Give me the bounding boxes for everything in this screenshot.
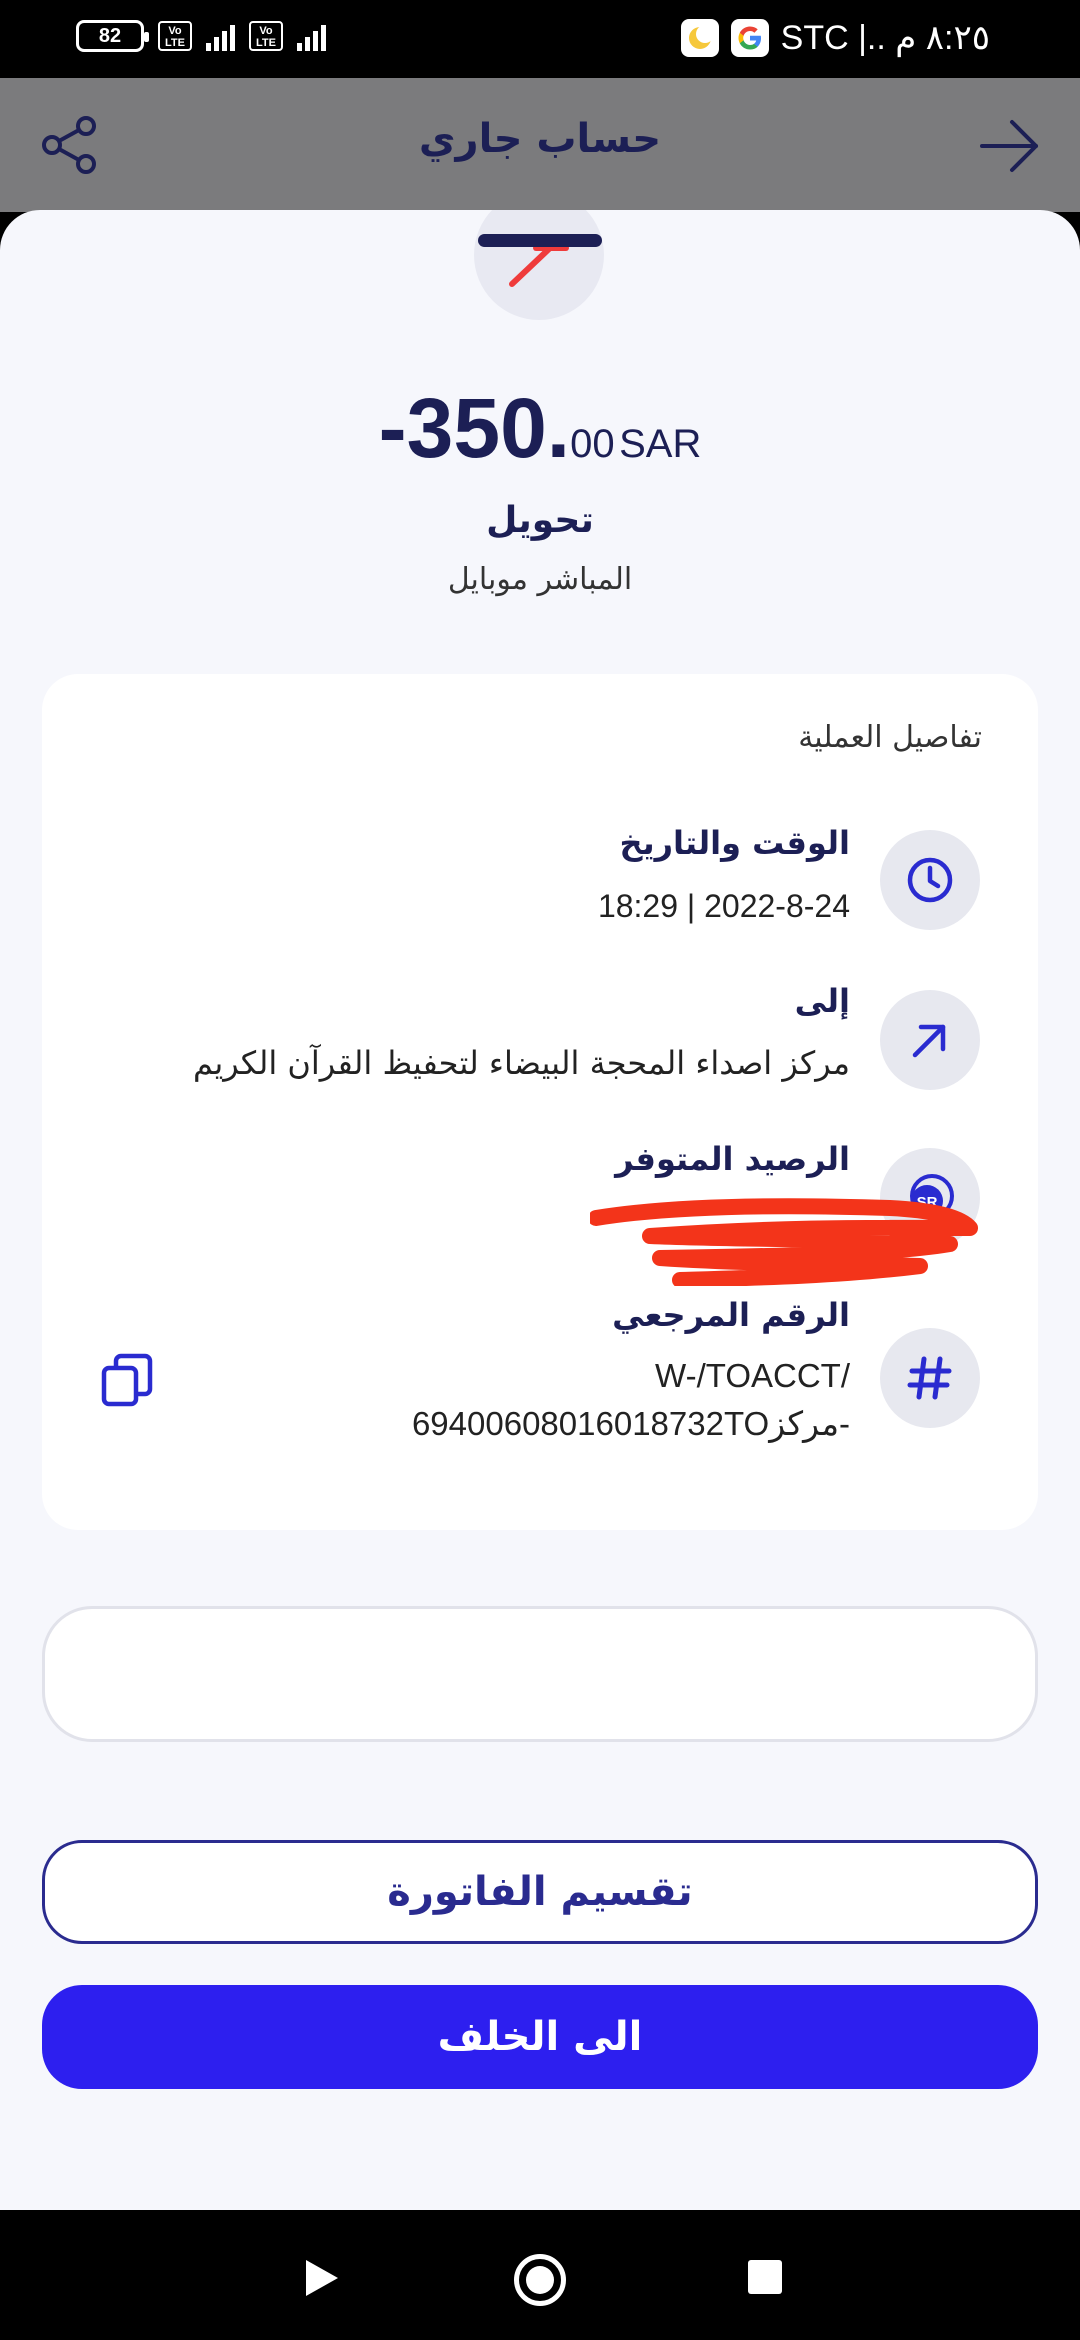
clock-icon (880, 830, 980, 930)
status-indicators: 82 Vo LTE Vo LTE (76, 20, 326, 52)
balance-label: الرصيد المتوفر (615, 1140, 850, 1178)
nav-back-icon[interactable] (304, 2258, 340, 2298)
redacted-balance (590, 1198, 978, 1286)
reference-line-1: W-/TOACCT/ (655, 1357, 850, 1394)
volte-icon: Vo LTE (158, 21, 192, 51)
datetime-label: الوقت والتاريخ (619, 824, 850, 862)
signal-icon (206, 21, 235, 51)
to-value: مركز اصداء المحجة البيضاء لتحفيظ القرآن … (193, 1044, 850, 1082)
nav-recents-icon[interactable] (748, 2260, 782, 2294)
arrow-right-icon[interactable] (978, 116, 1042, 176)
google-icon (730, 19, 769, 57)
transaction-channel: المباشر موبايل (447, 562, 633, 597)
note-input[interactable] (42, 1606, 1038, 1742)
copy-icon[interactable] (100, 1352, 156, 1408)
battery-indicator: 82 (76, 20, 149, 52)
system-nav-bar (0, 2210, 1080, 2340)
arrow-up-right-icon (880, 990, 980, 1090)
amount-decimals: 00 (570, 422, 615, 466)
to-label: إلى (794, 982, 850, 1020)
back-button[interactable]: الى الخلف (42, 1985, 1038, 2089)
moon-icon (680, 19, 719, 57)
details-title: تفاصيل العملية (798, 720, 982, 755)
split-bill-button[interactable]: تقسيم الفاتورة (42, 1840, 1038, 1944)
reference-line-2: 6940060801601873​2TOمركز- (411, 1405, 850, 1442)
amount-main: -350. (378, 381, 571, 475)
app-bar: حساب جاري (0, 78, 1080, 212)
status-bar: 82 Vo LTE Vo LTE STC |.. ٨:٢٥ م (0, 0, 1080, 78)
reference-label: الرقم المرجعي (612, 1296, 850, 1334)
transaction-sheet: -350.00 SAR تحويل المباشر موبايل تفاصيل … (0, 210, 1080, 2210)
status-time-carrier: STC |.. ٨:٢٥ م (780, 19, 990, 57)
page-title: حساب جاري (418, 116, 662, 162)
transaction-amount: -350.00 SAR (0, 380, 1080, 477)
transfer-out-icon (474, 210, 604, 320)
details-card: تفاصيل العملية الوقت والتاريخ 18:29 | 20… (42, 674, 1038, 1530)
amount-currency: SAR (619, 422, 702, 466)
signal-icon-2 (297, 21, 326, 51)
datetime-value: 18:29 | 2022-8-24 (597, 888, 850, 924)
nav-home-icon[interactable] (514, 2254, 566, 2306)
hash-icon (880, 1328, 980, 1428)
status-right: STC |.. ٨:٢٥ م (680, 18, 990, 58)
sheet-drag-handle[interactable] (478, 234, 602, 247)
volte-icon-2: Vo LTE (249, 21, 283, 51)
transaction-type: تحويل (486, 500, 594, 541)
